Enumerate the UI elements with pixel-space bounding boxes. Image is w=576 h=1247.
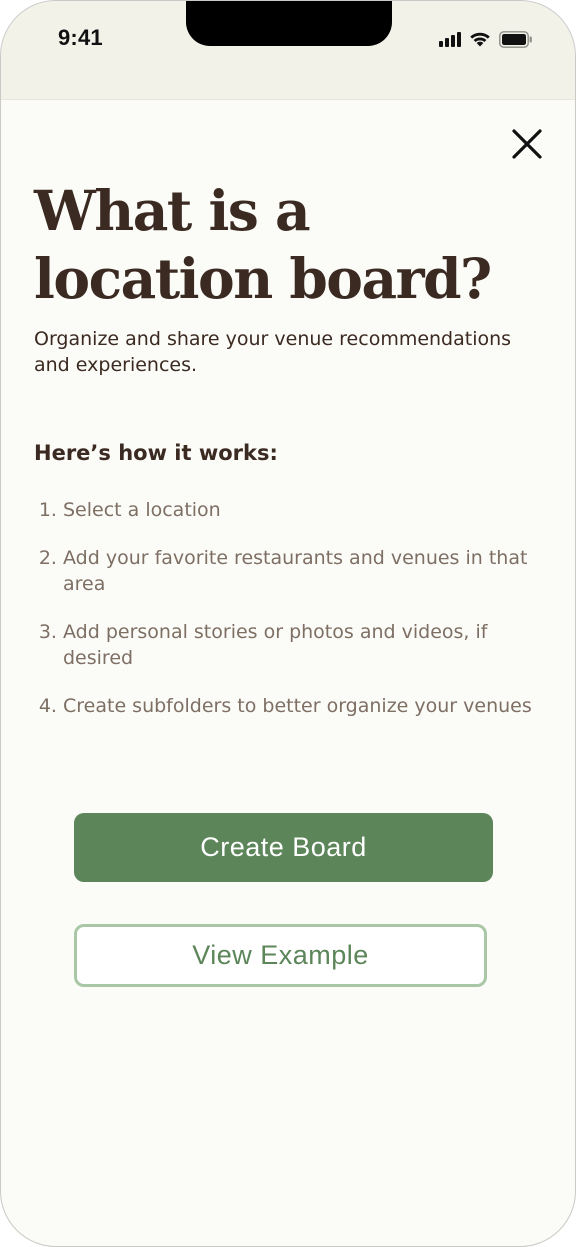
step-text: Create subfolders to better organize you… [63, 695, 532, 717]
step-item: 4. Create subfolders to better organize … [34, 693, 546, 719]
step-item: 2. Add your favorite restaurants and ven… [34, 545, 546, 597]
step-item: 1. Select a location [34, 497, 546, 523]
create-board-button[interactable]: Create Board [74, 813, 493, 882]
battery-icon [499, 30, 533, 48]
close-icon [512, 129, 542, 159]
phone-screen: 9:41 What is a location board? Organize … [0, 0, 576, 1247]
step-text: Select a location [63, 499, 221, 521]
step-item: 3. Add personal stories or photos and vi… [34, 619, 546, 671]
step-text: Add personal stories or photos and video… [63, 621, 488, 669]
step-number: 2. [38, 547, 57, 569]
step-number: 3. [38, 621, 57, 643]
cellular-signal-icon [439, 31, 461, 47]
status-bar: 9:41 [1, 1, 575, 100]
status-icons [439, 28, 533, 50]
view-example-button[interactable]: View Example [74, 924, 487, 987]
close-button[interactable] [509, 126, 545, 162]
step-text: Add your favorite restaurants and venues… [63, 547, 528, 595]
notch [186, 1, 392, 46]
page-title: What is a location board? [34, 178, 492, 311]
steps-list: 1. Select a location 2. Add your favorit… [34, 497, 546, 741]
how-it-works-heading: Here’s how it works: [34, 441, 278, 465]
wifi-icon [469, 31, 491, 47]
status-time: 9:41 [58, 25, 103, 50]
page-subtitle: Organize and share your venue recommenda… [34, 328, 512, 376]
step-number: 1. [38, 499, 57, 521]
step-number: 4. [38, 695, 57, 717]
